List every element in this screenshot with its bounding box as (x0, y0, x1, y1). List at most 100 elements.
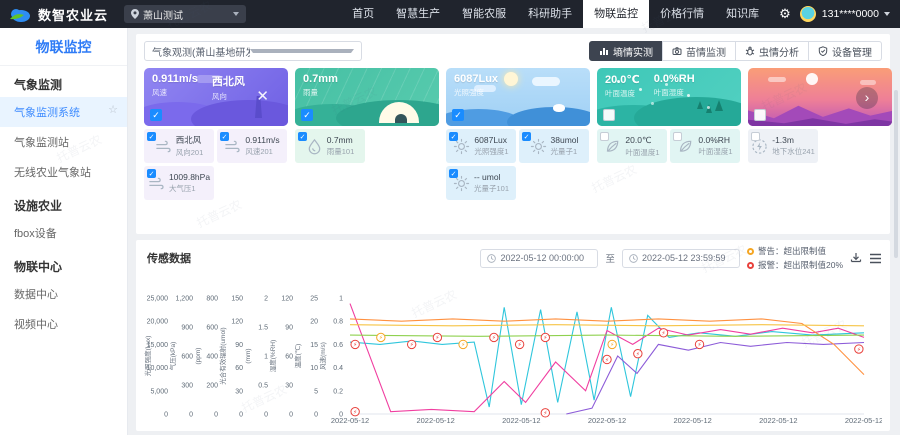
card-value: 西北风风向 (212, 73, 245, 102)
sensor-chip-地下水位241[interactable]: -1.3m地下水位241 (748, 129, 818, 163)
axis-tick: 0 (239, 412, 243, 419)
download-icon[interactable] (850, 252, 862, 264)
card-checkbox[interactable]: ✓ (150, 109, 162, 121)
date-to-value: 2022-05-12 23:59:59 (642, 253, 726, 263)
sensor-chip-大气压1[interactable]: ✓1009.8hPa大气压1 (144, 166, 214, 200)
gear-icon[interactable]: ⚙ (779, 6, 791, 22)
svg-text:⚡: ⚡ (353, 409, 357, 416)
card-value-number: 6087Lux (454, 73, 498, 85)
svg-text:⚡: ⚡ (543, 410, 547, 417)
axis-title: 光合有效辐射(umol) (218, 327, 227, 384)
sensor-chip-风向201[interactable]: ✓西北风风向201 (144, 129, 214, 163)
date-to-input[interactable]: 2022-05-12 23:59:59 (622, 249, 740, 268)
sensor-chip-光量子1[interactable]: ✓38umol光量子1 (519, 129, 589, 163)
chip-label: 光量子1 (551, 146, 579, 157)
sidebar-item-气象监测系统[interactable]: 气象监测系统☆ (0, 97, 127, 127)
toolbar-button-墒情实测[interactable]: 墒情实测 (589, 41, 663, 61)
sensor-card-wind[interactable]: ✕0.911m/s风速西北风风向✓ (144, 68, 288, 126)
sensor-chip-叶面温度1[interactable]: 20.0℃叶面温度1 (597, 129, 667, 163)
station-select[interactable]: 气象观测(萧山基地研发用总站 (144, 41, 362, 61)
sensor-data-panel: 传感数据 2022-05-12 00:00:00 至 2022-05-12 23… (136, 240, 890, 431)
card-checkbox[interactable]: ✓ (301, 109, 313, 121)
axis-tick: 800 (206, 296, 218, 303)
axis-tick: 90 (285, 325, 293, 332)
vertical-scrollbar[interactable] (894, 90, 898, 258)
card-decor (860, 80, 876, 85)
card-checkbox[interactable] (754, 109, 766, 121)
sensor-card-rain[interactable]: 0.7mm雨量✓ (295, 68, 439, 126)
sun-icon (530, 138, 547, 155)
chevron-down-icon (884, 12, 890, 16)
location-selector[interactable]: 萧山测试 (124, 5, 246, 23)
chip-checkbox[interactable]: ✓ (449, 132, 458, 141)
camera-icon (672, 46, 682, 56)
nav-item-智能农服[interactable]: 智能农服 (451, 0, 517, 28)
nav-item-科研助手[interactable]: 科研助手 (517, 0, 583, 28)
date-from-input[interactable]: 2022-05-12 00:00:00 (480, 249, 598, 268)
chip-checkbox[interactable] (673, 132, 682, 141)
axis-tick: 15 (310, 342, 318, 349)
svg-text:⚡: ⚡ (379, 335, 383, 342)
sidebar-item-fbox设备[interactable]: fbox设备 (0, 218, 127, 248)
svg-text:⚡: ⚡ (543, 335, 547, 342)
axis-tick: 0 (189, 412, 193, 419)
sensor-card-light[interactable]: 6087Lux光照强度✓ (446, 68, 590, 126)
axis-tick: 0.5 (258, 383, 268, 390)
nav-item-智慧生产[interactable]: 智慧生产 (385, 0, 451, 28)
sensor-card-leaf[interactable]: 20.0℃叶面温度0.0%RH叶面湿度 (597, 68, 741, 126)
axis-tick: 400 (206, 354, 218, 361)
date-from-value: 2022-05-12 00:00:00 (500, 253, 584, 263)
axis-tick: 150 (231, 296, 243, 303)
svg-text:⚡: ⚡ (661, 330, 665, 337)
card-value-number: 0.0%RH (654, 73, 695, 85)
wind-icon (155, 138, 172, 155)
axis-tick: 200 (206, 383, 218, 390)
sidebar-item-无线农业气象站[interactable]: 无线农业气象站 (0, 157, 127, 187)
card-checkbox[interactable]: ✓ (452, 109, 464, 121)
sensor-chip-风速201[interactable]: ✓0.911m/s风速201 (217, 129, 287, 163)
axis-tick: 120 (281, 296, 293, 303)
nav-item-价格行情[interactable]: 价格行情 (649, 0, 715, 28)
chip-value: 6087Lux (474, 135, 508, 145)
avatar (800, 6, 816, 22)
alarm-marker-icon: ⚡ (695, 340, 703, 349)
toolbar-button-苗情监测[interactable]: 苗情监测 (662, 41, 736, 61)
svg-text:⚡: ⚡ (857, 346, 861, 353)
chip-checkbox[interactable] (600, 132, 609, 141)
chip-value: 0.0%RH (698, 135, 732, 145)
toolbar-button-虫情分析[interactable]: 虫情分析 (735, 41, 809, 61)
axis-tick: 25 (310, 296, 318, 303)
alarm-marker-icon: ⚡ (351, 340, 359, 349)
chip-checkbox[interactable]: ✓ (522, 132, 531, 141)
sensor-chip-雨量101[interactable]: ✓0.7mm雨量101 (295, 129, 365, 163)
toolbar-button-设备管理[interactable]: 设备管理 (808, 41, 882, 61)
sidebar-item-数据中心[interactable]: 数据中心 (0, 279, 127, 309)
cards-next-button[interactable]: › (856, 87, 878, 109)
nav-item-知识库[interactable]: 知识库 (715, 0, 770, 28)
chip-checkbox[interactable]: ✓ (147, 169, 156, 178)
chip-checkbox[interactable]: ✓ (449, 169, 458, 178)
nav-item-物联监控[interactable]: 物联监控 (583, 0, 649, 28)
card-value-number: 0.911m/s (152, 73, 198, 85)
nav-item-首页[interactable]: 首页 (341, 0, 385, 28)
chip-checkbox[interactable]: ✓ (220, 132, 229, 141)
star-icon[interactable]: ☆ (108, 103, 118, 116)
chip-checkbox[interactable]: ✓ (298, 132, 307, 141)
sensor-chip-叶面湿度1[interactable]: 0.0%RH叶面湿度1 (670, 129, 740, 163)
sidebar-item-气象监测站[interactable]: 气象监测站 (0, 127, 127, 157)
chip-checkbox[interactable]: ✓ (147, 132, 156, 141)
sidebar-section-header: 气象监测 (0, 66, 127, 97)
sensor-cards-row: › ✕0.911m/s风速西北风风向✓✓西北风风向201✓0.911m/s风速2… (136, 65, 890, 200)
axis-tick: 1 (339, 296, 343, 303)
sensor-card-column: ✕0.911m/s风速西北风风向✓✓西北风风向201✓0.911m/s风速201… (144, 68, 288, 200)
sensor-chip-光照强度1[interactable]: ✓6087Lux光照强度1 (446, 129, 516, 163)
chip-checkbox[interactable] (751, 132, 760, 141)
list-view-icon[interactable] (869, 253, 882, 264)
station-select-label: 气象观测(萧山基地研发用总站 (152, 44, 250, 59)
sidebar-item-视频中心[interactable]: 视频中心 (0, 309, 127, 339)
user-menu[interactable]: 131****0000 (800, 6, 900, 22)
sensor-chip-光量子101[interactable]: ✓-- umol光量子101 (446, 166, 516, 200)
alarm-marker-icon: ⚡ (351, 407, 359, 416)
card-value-number: 20.0℃ (605, 73, 640, 86)
card-checkbox[interactable] (603, 109, 615, 121)
